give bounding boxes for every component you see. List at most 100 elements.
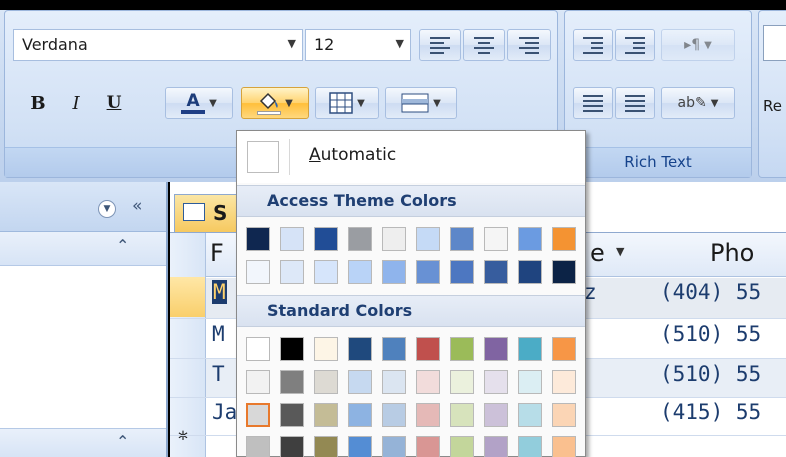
nav-group-header-2[interactable]: ⌃ bbox=[0, 428, 166, 457]
cell-phone-4[interactable]: (415) 55 bbox=[660, 400, 761, 424]
text-direction-button[interactable]: ▸¶ ▼ bbox=[661, 29, 735, 61]
color-swatch[interactable] bbox=[382, 403, 406, 427]
collapse-group-icon[interactable]: ⌃ bbox=[116, 432, 129, 451]
color-swatch[interactable] bbox=[484, 436, 508, 457]
refresh-icon[interactable] bbox=[763, 25, 786, 61]
align-left-button[interactable] bbox=[419, 29, 461, 61]
color-swatch[interactable] bbox=[518, 227, 542, 251]
color-swatch[interactable] bbox=[348, 337, 372, 361]
color-swatch[interactable] bbox=[450, 403, 474, 427]
color-swatch[interactable] bbox=[314, 436, 338, 457]
color-swatch[interactable] bbox=[246, 337, 270, 361]
color-swatch[interactable] bbox=[450, 370, 474, 394]
color-swatch[interactable] bbox=[348, 260, 372, 284]
color-swatch[interactable] bbox=[484, 337, 508, 361]
color-swatch[interactable] bbox=[280, 403, 304, 427]
color-swatch[interactable] bbox=[348, 227, 372, 251]
chevron-down-icon[interactable]: ▼ bbox=[396, 37, 404, 50]
color-swatch[interactable] bbox=[518, 337, 542, 361]
numbered-list-button[interactable] bbox=[573, 87, 613, 119]
color-swatch[interactable] bbox=[552, 403, 576, 427]
chevron-down-icon[interactable]: ▼ bbox=[288, 37, 296, 50]
color-swatch[interactable] bbox=[314, 370, 338, 394]
color-swatch[interactable] bbox=[416, 227, 440, 251]
color-swatch[interactable] bbox=[416, 337, 440, 361]
color-swatch[interactable] bbox=[280, 260, 304, 284]
cell-phone-1[interactable]: (404) 55 bbox=[660, 280, 761, 304]
color-swatch[interactable] bbox=[382, 370, 406, 394]
underline-button[interactable]: U bbox=[97, 87, 131, 119]
next-group-label[interactable]: Re bbox=[763, 97, 782, 115]
font-size-combo[interactable]: 12 ▼ bbox=[305, 29, 411, 61]
color-swatch[interactable] bbox=[518, 403, 542, 427]
bold-button[interactable]: B bbox=[21, 87, 55, 119]
color-swatch[interactable] bbox=[246, 436, 270, 457]
color-swatch[interactable] bbox=[450, 337, 474, 361]
color-swatch[interactable] bbox=[246, 227, 270, 251]
color-swatch[interactable] bbox=[518, 436, 542, 457]
bulleted-list-button[interactable] bbox=[615, 87, 655, 119]
color-swatch[interactable] bbox=[552, 436, 576, 457]
align-right-button[interactable] bbox=[507, 29, 551, 61]
color-swatch[interactable] bbox=[416, 370, 440, 394]
nav-group-header[interactable]: ⌃ bbox=[0, 232, 166, 266]
chevron-down-icon[interactable]: ▼ bbox=[433, 98, 441, 109]
current-record-selector[interactable] bbox=[170, 277, 205, 317]
highlight-button[interactable]: ab✎ ▼ bbox=[661, 87, 735, 119]
color-swatch[interactable] bbox=[552, 260, 576, 284]
fill-color-button[interactable]: ▼ bbox=[241, 87, 309, 119]
align-center-button[interactable] bbox=[463, 29, 505, 61]
color-swatch[interactable] bbox=[518, 370, 542, 394]
color-swatch[interactable] bbox=[518, 260, 542, 284]
color-swatch[interactable] bbox=[416, 260, 440, 284]
shutter-bar-close-icon[interactable]: « bbox=[132, 196, 142, 216]
font-name-combo[interactable]: Verdana ▼ bbox=[13, 29, 303, 61]
color-swatch[interactable] bbox=[348, 370, 372, 394]
color-swatch[interactable] bbox=[246, 260, 270, 284]
color-swatch[interactable] bbox=[382, 227, 406, 251]
chevron-down-icon[interactable]: ▼ bbox=[616, 245, 624, 258]
chevron-down-icon[interactable]: ▼ bbox=[285, 98, 293, 109]
color-swatch[interactable] bbox=[348, 403, 372, 427]
column-header-phone[interactable]: Pho bbox=[710, 239, 754, 267]
collapse-group-icon[interactable]: ⌃ bbox=[116, 236, 129, 255]
color-swatch[interactable] bbox=[484, 227, 508, 251]
cell-first-2[interactable]: M bbox=[212, 322, 225, 346]
color-swatch[interactable] bbox=[382, 260, 406, 284]
cell-first-3[interactable]: T bbox=[212, 362, 225, 386]
color-swatch[interactable] bbox=[450, 260, 474, 284]
column-header-last[interactable]: e bbox=[590, 239, 605, 267]
color-swatch[interactable] bbox=[450, 227, 474, 251]
gridlines-button[interactable]: ▼ bbox=[315, 87, 379, 119]
cell-first-1[interactable]: M bbox=[212, 280, 227, 304]
alternate-fill-button[interactable]: ▼ bbox=[385, 87, 457, 119]
color-swatch[interactable] bbox=[246, 370, 270, 394]
chevron-down-icon[interactable]: ▼ bbox=[209, 98, 217, 109]
automatic-color-item[interactable]: Automatic bbox=[237, 131, 585, 183]
color-swatch[interactable] bbox=[314, 403, 338, 427]
font-color-button[interactable]: A ▼ bbox=[165, 87, 233, 119]
color-swatch[interactable] bbox=[416, 403, 440, 427]
italic-button[interactable]: I bbox=[59, 87, 93, 119]
color-swatch[interactable] bbox=[280, 370, 304, 394]
column-header-first[interactable]: F bbox=[210, 239, 224, 267]
color-swatch[interactable] bbox=[280, 227, 304, 251]
color-swatch[interactable] bbox=[280, 337, 304, 361]
color-swatch[interactable] bbox=[314, 337, 338, 361]
color-swatch[interactable] bbox=[552, 370, 576, 394]
color-swatch[interactable] bbox=[348, 436, 372, 457]
record-selector-column[interactable]: * bbox=[170, 233, 206, 457]
chevron-down-icon[interactable]: ▼ bbox=[704, 40, 712, 51]
cell-first-4[interactable]: Ja bbox=[212, 400, 237, 424]
color-swatch[interactable] bbox=[450, 436, 474, 457]
color-swatch[interactable] bbox=[314, 260, 338, 284]
nav-menu-chevron-icon[interactable]: ▼ bbox=[98, 200, 116, 218]
decrease-indent-button[interactable] bbox=[573, 29, 613, 61]
color-swatch[interactable] bbox=[484, 260, 508, 284]
color-swatch[interactable] bbox=[280, 436, 304, 457]
increase-indent-button[interactable] bbox=[615, 29, 655, 61]
color-swatch[interactable] bbox=[552, 227, 576, 251]
color-swatch[interactable] bbox=[484, 370, 508, 394]
color-swatch[interactable] bbox=[314, 227, 338, 251]
color-swatch[interactable] bbox=[246, 403, 270, 427]
